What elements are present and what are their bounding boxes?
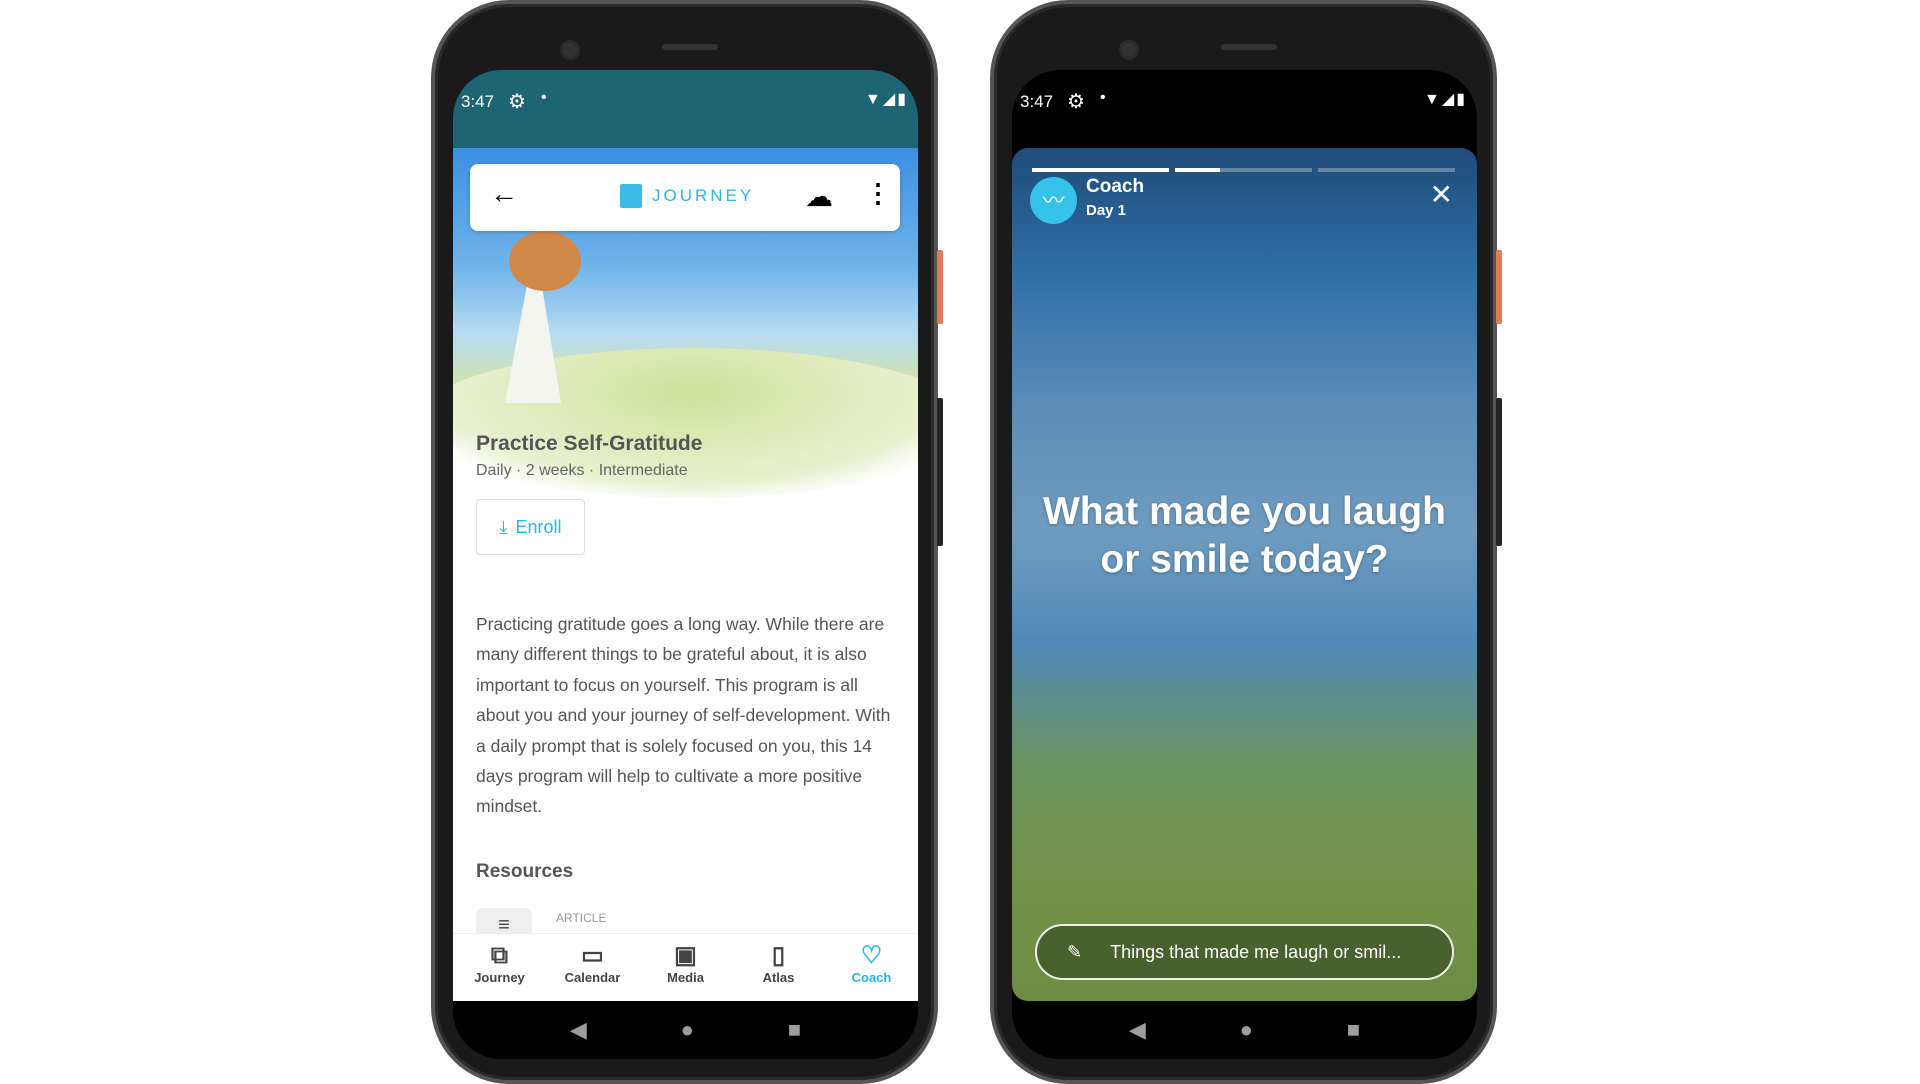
back-icon[interactable]: ◀ bbox=[570, 1017, 587, 1043]
journey-app: ← JOURNEY ☁ ⋮ Practice Self-Gratitude Da… bbox=[453, 148, 918, 1001]
home-icon[interactable]: ● bbox=[1240, 1017, 1253, 1043]
system-nav: ◀ ● ■ bbox=[1012, 1001, 1477, 1059]
nav-calendar[interactable]: ▭ Calendar bbox=[546, 934, 639, 1001]
screen: 3:47 ⚙ • ▼◢▮ ← JOURNEY ☁ ⋮ Practice Self-… bbox=[453, 70, 918, 1059]
phone-journey: 3:47 ⚙ • ▼◢▮ ← JOURNEY ☁ ⋮ Practice Self-… bbox=[431, 0, 943, 1084]
power-button bbox=[937, 250, 943, 324]
coach-avatar-trend-icon: 〰 bbox=[1030, 177, 1077, 224]
progress-segment bbox=[1175, 168, 1312, 172]
brand: JOURNEY bbox=[620, 184, 754, 208]
journey-icon: ⧉ bbox=[490, 942, 509, 969]
image-icon: ▣ bbox=[674, 942, 697, 969]
program-meta: Daily · 2 weeks · Intermediate bbox=[476, 462, 688, 479]
status-time: 3:47 bbox=[1020, 92, 1054, 111]
dot-icon: • bbox=[541, 89, 547, 106]
article-label: ARTICLE bbox=[556, 911, 607, 925]
phone-coach: 3:47 ⚙ • ▼◢▮ 〰 Coach Day 1 ✕ What made yo… bbox=[990, 0, 1502, 1084]
resources-heading: Resources bbox=[476, 861, 574, 882]
speaker bbox=[662, 44, 718, 50]
calendar-icon: ▭ bbox=[581, 942, 604, 969]
recents-icon[interactable]: ■ bbox=[1347, 1017, 1360, 1043]
volume-button bbox=[937, 398, 943, 546]
recents-icon[interactable]: ■ bbox=[788, 1017, 801, 1043]
prompt-question: What made you laugh or smile today? bbox=[1042, 490, 1447, 581]
coach-name: Coach bbox=[1086, 176, 1145, 197]
bottom-nav: ⧉ Journey ▭ Calendar ▣ Media ▯ Atlas ♡ Coach bbox=[453, 933, 918, 1001]
back-arrow-icon[interactable]: ← bbox=[490, 178, 518, 210]
map-icon: ▯ bbox=[771, 942, 786, 969]
answer-input[interactable]: ✎ Things that made me laugh or smil... bbox=[1035, 924, 1454, 980]
screen: 3:47 ⚙ • ▼◢▮ 〰 Coach Day 1 ✕ What made yo… bbox=[1012, 70, 1477, 1059]
journey-logo-icon bbox=[620, 184, 642, 208]
coach-day: Day 1 bbox=[1086, 202, 1127, 219]
system-nav: ◀ ● ■ bbox=[453, 1001, 918, 1059]
status-time: 3:47 bbox=[461, 92, 495, 111]
coach-story: 〰 Coach Day 1 ✕ What made you laugh or s… bbox=[1012, 148, 1477, 1001]
enroll-button[interactable]: ⤓ Enroll bbox=[476, 499, 585, 555]
wifi-signal-battery-icons: ▼◢▮ bbox=[1424, 91, 1467, 108]
progress-segment bbox=[1032, 168, 1169, 172]
settings-icon: ⚙ bbox=[508, 91, 526, 113]
nav-journey[interactable]: ⧉ Journey bbox=[453, 934, 546, 1001]
program-title: Practice Self-Gratitude bbox=[476, 432, 703, 455]
download-icon: ⤓ bbox=[499, 516, 508, 537]
speaker bbox=[1221, 44, 1277, 50]
nav-atlas[interactable]: ▯ Atlas bbox=[732, 934, 825, 1001]
home-icon[interactable]: ● bbox=[681, 1017, 694, 1043]
back-icon[interactable]: ◀ bbox=[1129, 1017, 1146, 1043]
heart-circle-icon: ♡ bbox=[860, 942, 883, 969]
volume-button bbox=[1496, 398, 1502, 546]
toolbar: ← JOURNEY ☁ ⋮ bbox=[470, 164, 900, 231]
close-icon[interactable]: ✕ bbox=[1430, 178, 1453, 211]
wifi-signal-battery-icons: ▼◢▮ bbox=[865, 91, 908, 108]
nav-media[interactable]: ▣ Media bbox=[639, 934, 732, 1001]
settings-icon: ⚙ bbox=[1067, 91, 1085, 113]
camera bbox=[1119, 40, 1139, 60]
status-bar: 3:47 ⚙ • ▼◢▮ bbox=[453, 70, 918, 148]
power-button bbox=[1496, 250, 1502, 324]
more-vert-icon[interactable]: ⋮ bbox=[865, 178, 891, 209]
pencil-icon: ✎ bbox=[1067, 941, 1083, 962]
cloud-sync-icon[interactable]: ☁ bbox=[805, 180, 833, 213]
status-bar: 3:47 ⚙ • ▼◢▮ bbox=[1012, 70, 1477, 148]
progress-segment bbox=[1318, 168, 1455, 172]
camera bbox=[560, 40, 580, 60]
nav-coach[interactable]: ♡ Coach bbox=[825, 934, 918, 1001]
program-description: Practicing gratitude goes a long way. Wh… bbox=[476, 614, 891, 817]
dot-icon: • bbox=[1100, 89, 1106, 106]
